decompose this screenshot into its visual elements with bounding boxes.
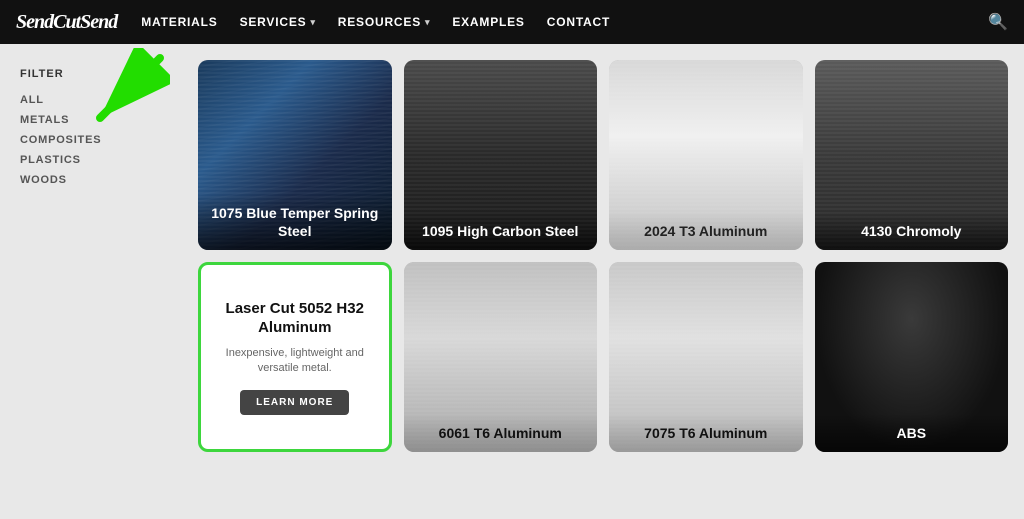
featured-title: Laser Cut 5052 H32 Aluminum [217, 299, 373, 338]
nav-contact[interactable]: CONTACT [547, 15, 610, 29]
resources-chevron-icon: ▾ [425, 17, 430, 28]
material-card-abs[interactable]: ABS [815, 262, 1009, 452]
card-label: 4130 Chromoly [815, 212, 1009, 250]
card-label: 2024 T3 Aluminum [609, 212, 803, 250]
material-card-high-carbon[interactable]: 1095 High Carbon Steel [404, 60, 598, 250]
filter-metals[interactable]: METALS [20, 114, 170, 126]
materials-row2: Laser Cut 5052 H32 Aluminum Inexpensive,… [198, 262, 1008, 452]
card-label: ABS [815, 414, 1009, 452]
navbar: SendCutSend MATERIALS SERVICES ▾ RESOURC… [0, 0, 1024, 44]
materials-grid: 1075 Blue Temper Spring Steel 1095 High … [190, 44, 1024, 519]
filter-plastics[interactable]: PLASTICS [20, 154, 170, 166]
nav-materials[interactable]: MATERIALS [141, 15, 217, 29]
card-label: 1075 Blue Temper Spring Steel [198, 194, 392, 250]
filter-composites[interactable]: COMPOSITES [20, 134, 170, 146]
filter-woods[interactable]: WOODS [20, 174, 170, 186]
search-icon[interactable]: 🔍 [988, 12, 1008, 32]
logo[interactable]: SendCutSend [16, 11, 117, 34]
material-card-2024[interactable]: 2024 T3 Aluminum [609, 60, 803, 250]
material-card-6061[interactable]: 6061 T6 Aluminum [404, 262, 598, 452]
nav-services[interactable]: SERVICES ▾ [240, 15, 316, 29]
card-label: 6061 T6 Aluminum [404, 414, 598, 452]
card-label: 1095 High Carbon Steel [404, 212, 598, 250]
learn-more-button[interactable]: LEARN MORE [240, 390, 349, 415]
sidebar: FILTER ALL METALS COMPOSITES PLASTICS WO… [0, 44, 190, 519]
materials-row1: 1075 Blue Temper Spring Steel 1095 High … [198, 60, 1008, 250]
material-card-featured[interactable]: Laser Cut 5052 H32 Aluminum Inexpensive,… [198, 262, 392, 452]
featured-desc: Inexpensive, lightweight and versatile m… [217, 346, 373, 377]
card-label: 7075 T6 Aluminum [609, 414, 803, 452]
nav-resources[interactable]: RESOURCES ▾ [338, 15, 431, 29]
material-card-chromoly[interactable]: 4130 Chromoly [815, 60, 1009, 250]
filter-all[interactable]: ALL [20, 94, 170, 106]
nav-links: MATERIALS SERVICES ▾ RESOURCES ▾ EXAMPLE… [141, 15, 964, 29]
filter-title: FILTER [20, 68, 170, 80]
main-layout: FILTER ALL METALS COMPOSITES PLASTICS WO… [0, 44, 1024, 519]
nav-examples[interactable]: EXAMPLES [452, 15, 524, 29]
material-card-blue-steel[interactable]: 1075 Blue Temper Spring Steel [198, 60, 392, 250]
services-chevron-icon: ▾ [310, 17, 315, 28]
material-card-7075[interactable]: 7075 T6 Aluminum [609, 262, 803, 452]
